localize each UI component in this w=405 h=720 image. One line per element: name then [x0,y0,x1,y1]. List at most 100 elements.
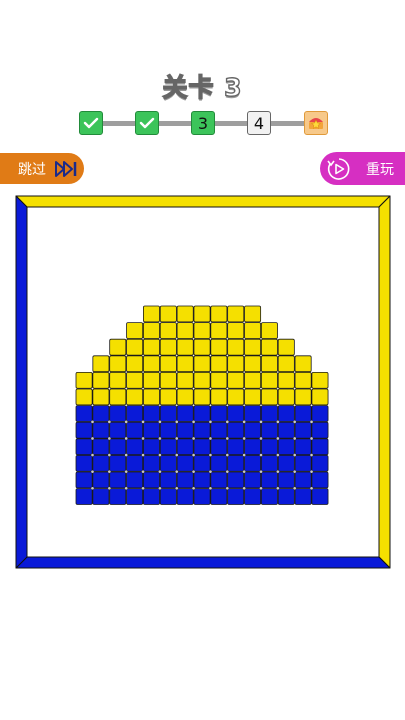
yellow-tile[interactable] [126,371,144,389]
yellow-tile[interactable] [176,371,194,389]
blue-tile[interactable] [109,438,127,456]
yellow-tile[interactable] [159,355,177,373]
blue-tile[interactable] [159,421,177,439]
yellow-tile[interactable] [159,388,177,406]
yellow-tile[interactable] [227,338,245,356]
blue-tile[interactable] [126,488,144,505]
yellow-tile[interactable] [311,371,329,389]
blue-tile[interactable] [260,471,278,489]
blue-tile[interactable] [193,454,211,472]
yellow-tile[interactable] [294,388,312,406]
blue-tile[interactable] [244,438,262,456]
blue-tile[interactable] [294,405,312,422]
blue-tile[interactable] [75,471,93,489]
yellow-tile[interactable] [244,338,262,356]
blue-tile[interactable] [176,488,194,505]
yellow-tile[interactable] [210,355,228,373]
yellow-tile[interactable] [311,388,329,406]
yellow-tile[interactable] [210,371,228,389]
yellow-tile[interactable] [193,371,211,389]
blue-tile[interactable] [193,488,211,505]
blue-tile[interactable] [92,471,110,489]
yellow-tile[interactable] [193,338,211,356]
blue-tile[interactable] [227,471,245,489]
yellow-tile[interactable] [109,388,127,406]
blue-tile[interactable] [227,488,245,505]
yellow-tile[interactable] [142,371,160,389]
blue-tile[interactable] [109,488,127,505]
blue-tile[interactable] [311,421,329,439]
blue-tile[interactable] [244,488,262,505]
blue-tile[interactable] [294,471,312,489]
blue-tile[interactable] [294,454,312,472]
yellow-tile[interactable] [176,305,194,323]
blue-tile[interactable] [193,438,211,456]
yellow-tile[interactable] [142,388,160,406]
blue-tile[interactable] [176,454,194,472]
yellow-tile[interactable] [159,371,177,389]
blue-tile[interactable] [176,421,194,439]
blue-tile[interactable] [142,488,160,505]
yellow-tile[interactable] [260,338,278,356]
yellow-tile[interactable] [126,388,144,406]
yellow-tile[interactable] [294,371,312,389]
yellow-tile[interactable] [126,338,144,356]
yellow-tile[interactable] [260,355,278,373]
blue-tile[interactable] [142,405,160,422]
yellow-tile[interactable] [294,355,312,373]
blue-tile[interactable] [311,471,329,489]
blue-tile[interactable] [142,438,160,456]
yellow-tile[interactable] [260,388,278,406]
yellow-tile[interactable] [176,338,194,356]
yellow-tile[interactable] [142,322,160,339]
blue-tile[interactable] [210,405,228,422]
blue-tile[interactable] [109,421,127,439]
blue-tile[interactable] [126,421,144,439]
yellow-tile[interactable] [193,322,211,339]
blue-tile[interactable] [260,438,278,456]
yellow-tile[interactable] [227,371,245,389]
yellow-tile[interactable] [244,305,262,323]
blue-tile[interactable] [244,421,262,439]
yellow-tile[interactable] [210,322,228,339]
blue-tile[interactable] [92,454,110,472]
game-board[interactable] [0,0,405,720]
blue-tile[interactable] [311,405,329,422]
blue-tile[interactable] [277,438,295,456]
blue-tile[interactable] [311,438,329,456]
blue-tile[interactable] [159,438,177,456]
blue-tile[interactable] [75,421,93,439]
blue-tile[interactable] [109,471,127,489]
blue-tile[interactable] [75,454,93,472]
yellow-tile[interactable] [227,355,245,373]
yellow-tile[interactable] [244,355,262,373]
yellow-tile[interactable] [244,388,262,406]
yellow-tile[interactable] [277,371,295,389]
yellow-tile[interactable] [210,305,228,323]
blue-tile[interactable] [159,454,177,472]
blue-tile[interactable] [92,488,110,505]
blue-tile[interactable] [260,488,278,505]
yellow-tile[interactable] [193,388,211,406]
yellow-tile[interactable] [109,371,127,389]
blue-tile[interactable] [126,454,144,472]
blue-tile[interactable] [311,488,329,505]
blue-tile[interactable] [176,471,194,489]
blue-tile[interactable] [193,471,211,489]
blue-tile[interactable] [227,421,245,439]
yellow-tile[interactable] [227,388,245,406]
yellow-tile[interactable] [277,355,295,373]
yellow-tile[interactable] [159,338,177,356]
yellow-tile[interactable] [260,371,278,389]
yellow-tile[interactable] [260,322,278,339]
yellow-tile[interactable] [126,355,144,373]
blue-tile[interactable] [142,454,160,472]
yellow-tile[interactable] [92,388,110,406]
blue-tile[interactable] [311,454,329,472]
blue-tile[interactable] [193,421,211,439]
blue-tile[interactable] [227,405,245,422]
blue-tile[interactable] [294,488,312,505]
blue-tile[interactable] [159,488,177,505]
blue-tile[interactable] [176,438,194,456]
blue-tile[interactable] [75,488,93,505]
